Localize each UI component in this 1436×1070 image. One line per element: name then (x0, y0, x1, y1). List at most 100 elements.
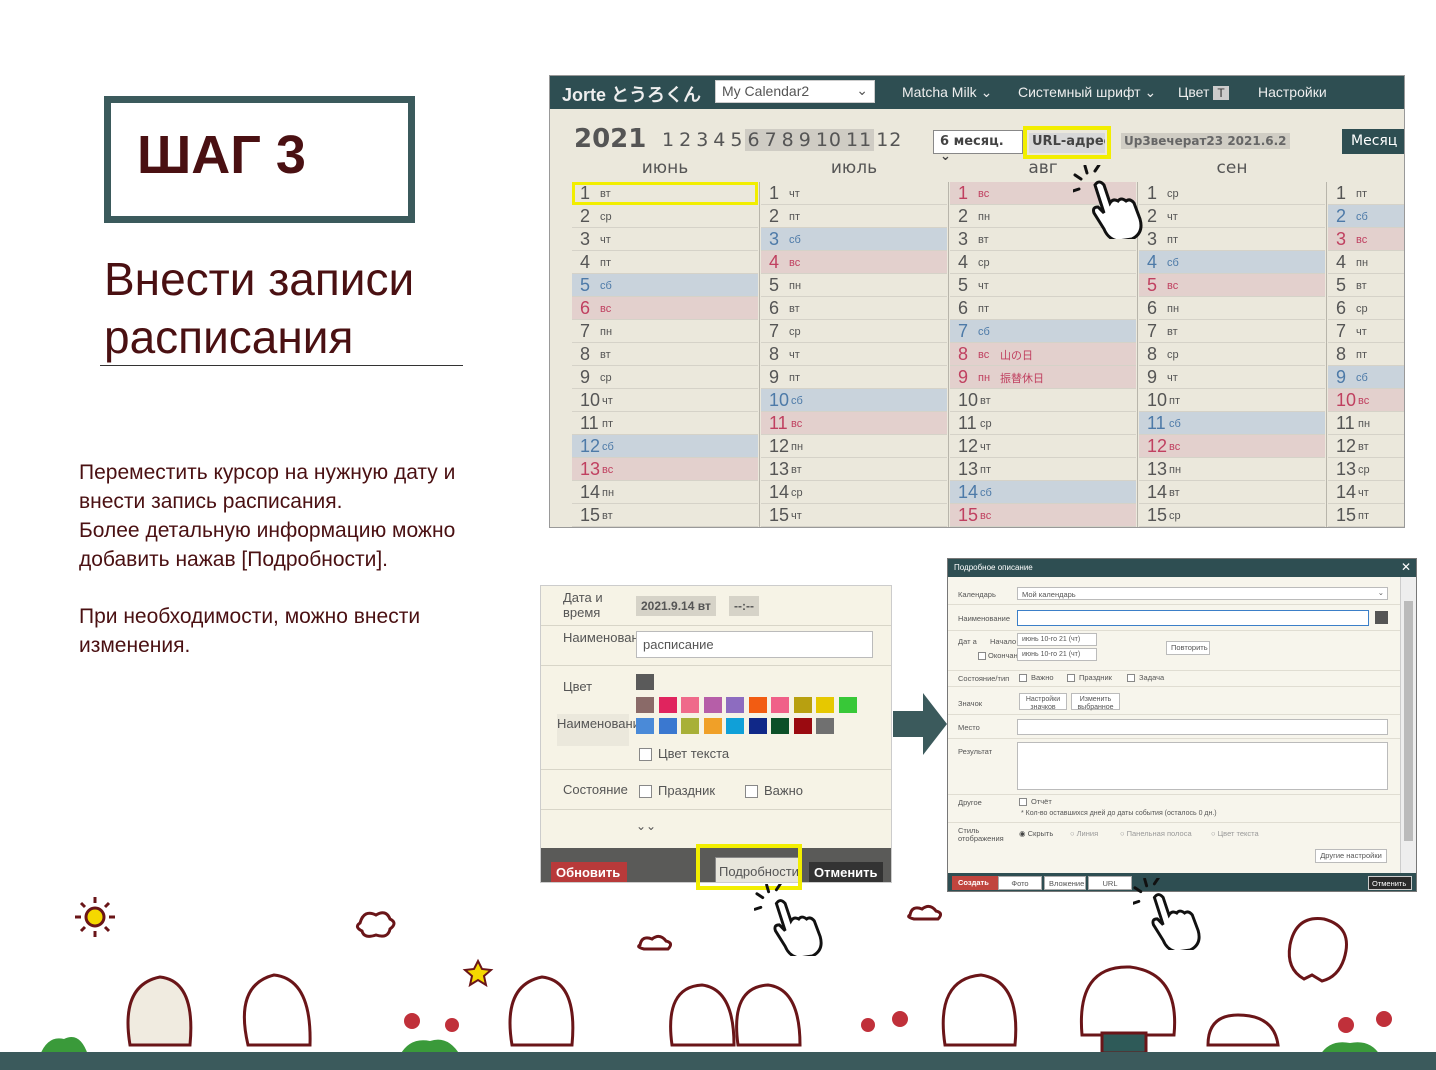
day-cell[interactable]: 1 ср (1139, 182, 1325, 205)
day-cell[interactable]: 12 вт (1328, 435, 1404, 458)
day-cell[interactable]: 1 чт (761, 182, 947, 205)
day-cell[interactable]: 5 сб (572, 274, 758, 297)
menu-theme[interactable]: Matcha Milk ⌄ (902, 84, 992, 101)
day-cell[interactable]: 13 вт (761, 458, 947, 481)
task-checkbox[interactable] (1127, 674, 1135, 683)
month-6[interactable]: 6 (745, 129, 763, 151)
color-swatch[interactable] (816, 697, 834, 713)
day-cell[interactable]: 5 пн (761, 274, 947, 297)
color-picker[interactable] (1375, 611, 1388, 624)
calendar-field[interactable]: Мой календарь ⌄ (1017, 587, 1388, 600)
color-swatch[interactable] (636, 718, 654, 734)
day-cell[interactable]: 2 ср (572, 205, 758, 228)
text-color-option[interactable]: Цвет текста (639, 746, 729, 762)
place-field[interactable] (1017, 719, 1388, 735)
day-cell[interactable]: 14 пн (572, 481, 758, 504)
expand-icon[interactable]: ⌄⌄ (636, 819, 656, 833)
color-swatch[interactable] (793, 697, 812, 713)
day-cell[interactable]: 5 вс (1139, 274, 1325, 297)
day-cell[interactable]: 9 чт (1139, 366, 1325, 389)
day-cell[interactable]: 3 пт (1139, 228, 1325, 251)
day-cell[interactable]: 8 пт (1328, 343, 1404, 366)
day-cell[interactable]: 7 пн (572, 320, 758, 343)
day-cell[interactable]: 1 вт (572, 182, 758, 205)
day-cell[interactable]: 14 ср (761, 481, 947, 504)
day-cell[interactable]: 9 сб (1328, 366, 1404, 389)
month-11[interactable]: 11 (844, 129, 875, 151)
day-cell[interactable]: 1 пт (1328, 182, 1404, 205)
day-cell[interactable]: 15 чт (761, 504, 947, 527)
scrollbar-thumb[interactable] (1404, 601, 1413, 841)
color-swatch[interactable] (793, 718, 812, 734)
month-9[interactable]: 9 (796, 129, 814, 151)
holiday-checkbox[interactable] (639, 785, 652, 799)
cancel-button[interactable]: Отменить (809, 862, 883, 882)
color-swatch[interactable] (703, 718, 722, 734)
day-cell[interactable]: 9 пт (761, 366, 947, 389)
day-cell[interactable]: 9 ср (572, 366, 758, 389)
style-bar-option[interactable]: ○ Панельная полоса (1120, 829, 1192, 838)
day-cell[interactable]: 6 ср (1328, 297, 1404, 320)
color-swatch[interactable] (703, 697, 722, 713)
day-cell[interactable]: 8 вс 山の日 (950, 343, 1136, 366)
day-cell[interactable]: 11 сб (1139, 412, 1325, 435)
day-cell[interactable]: 13 пт (950, 458, 1136, 481)
other-settings-button[interactable]: Другие настройки (1315, 849, 1387, 863)
name-color-button[interactable]: Наименование (557, 714, 647, 746)
day-cell[interactable]: 11 пн (1328, 412, 1404, 435)
day-cell[interactable]: 5 вт (1328, 274, 1404, 297)
day-cell[interactable]: 12 сб (572, 435, 758, 458)
style-hide-option[interactable]: ◉ Скрыть (1019, 829, 1053, 838)
color-swatch[interactable] (816, 718, 834, 734)
day-cell[interactable]: 4 вс (761, 251, 947, 274)
day-cell[interactable]: 10 чт (572, 389, 758, 412)
day-cell[interactable]: 4 пт (572, 251, 758, 274)
icon-settings-button[interactable]: Настройки значков (1019, 693, 1067, 711)
month-1[interactable]: 1 (660, 129, 677, 151)
month-12[interactable]: 12 (874, 129, 904, 151)
month-selector[interactable]: 1 2 3 4 5 6 7 8 9 10 11 12 (660, 129, 904, 151)
month-8[interactable]: 8 (779, 129, 797, 151)
day-cell[interactable]: 6 вт (761, 297, 947, 320)
day-cell[interactable]: 12 пн (761, 435, 947, 458)
start-date-field[interactable]: июнь 10-го 21 (чт) (1017, 633, 1097, 646)
day-cell[interactable]: 13 вс (572, 458, 758, 481)
calendar-select[interactable]: My Calendar2 ⌄ (715, 80, 875, 103)
important-checkbox[interactable] (1019, 674, 1027, 683)
color-swatch[interactable] (681, 718, 699, 734)
day-cell[interactable]: 3 сб (761, 228, 947, 251)
color-swatch[interactable] (838, 697, 857, 713)
day-cell[interactable]: 15 ср (1139, 504, 1325, 527)
time-value[interactable]: --:-- (729, 596, 759, 616)
day-cell[interactable]: 11 ср (950, 412, 1136, 435)
color-swatch[interactable] (658, 697, 677, 713)
menu-color[interactable]: Цвет T (1178, 84, 1229, 100)
color-swatch[interactable] (771, 718, 789, 734)
day-cell[interactable]: 12 вс (1139, 435, 1325, 458)
day-cell[interactable]: 15 вт (572, 504, 758, 527)
end-checkbox[interactable] (978, 652, 986, 661)
important-option[interactable]: Важно (745, 783, 803, 799)
day-cell[interactable]: 2 чт (1139, 205, 1325, 228)
month-4[interactable]: 4 (711, 129, 728, 151)
day-cell[interactable]: 10 пт (1139, 389, 1325, 412)
month-3[interactable]: 3 (694, 129, 711, 151)
update-button[interactable]: Обновить (551, 862, 627, 882)
day-cell[interactable]: 2 сб (1328, 205, 1404, 228)
day-cell[interactable]: 6 пн (1139, 297, 1325, 320)
day-cell[interactable]: 14 вт (1139, 481, 1325, 504)
day-cell[interactable]: 7 ср (761, 320, 947, 343)
date-value[interactable]: 2021.9.14 вт (636, 596, 716, 616)
report-option[interactable]: Отчёт (1019, 797, 1052, 807)
day-cell[interactable]: 14 чт (1328, 481, 1404, 504)
day-cell[interactable]: 8 ср (1139, 343, 1325, 366)
day-cell[interactable]: 13 пн (1139, 458, 1325, 481)
day-cell[interactable]: 8 чт (761, 343, 947, 366)
holiday-checkbox[interactable] (1067, 674, 1075, 683)
text-color-checkbox[interactable] (639, 748, 652, 762)
style-line-option[interactable]: ○ Линия (1070, 829, 1098, 838)
day-cell[interactable]: 10 сб (761, 389, 947, 412)
result-field[interactable] (1017, 742, 1388, 790)
color-swatch[interactable] (748, 718, 767, 734)
range-select[interactable]: 6 месяц. ⌄ (933, 130, 1023, 164)
